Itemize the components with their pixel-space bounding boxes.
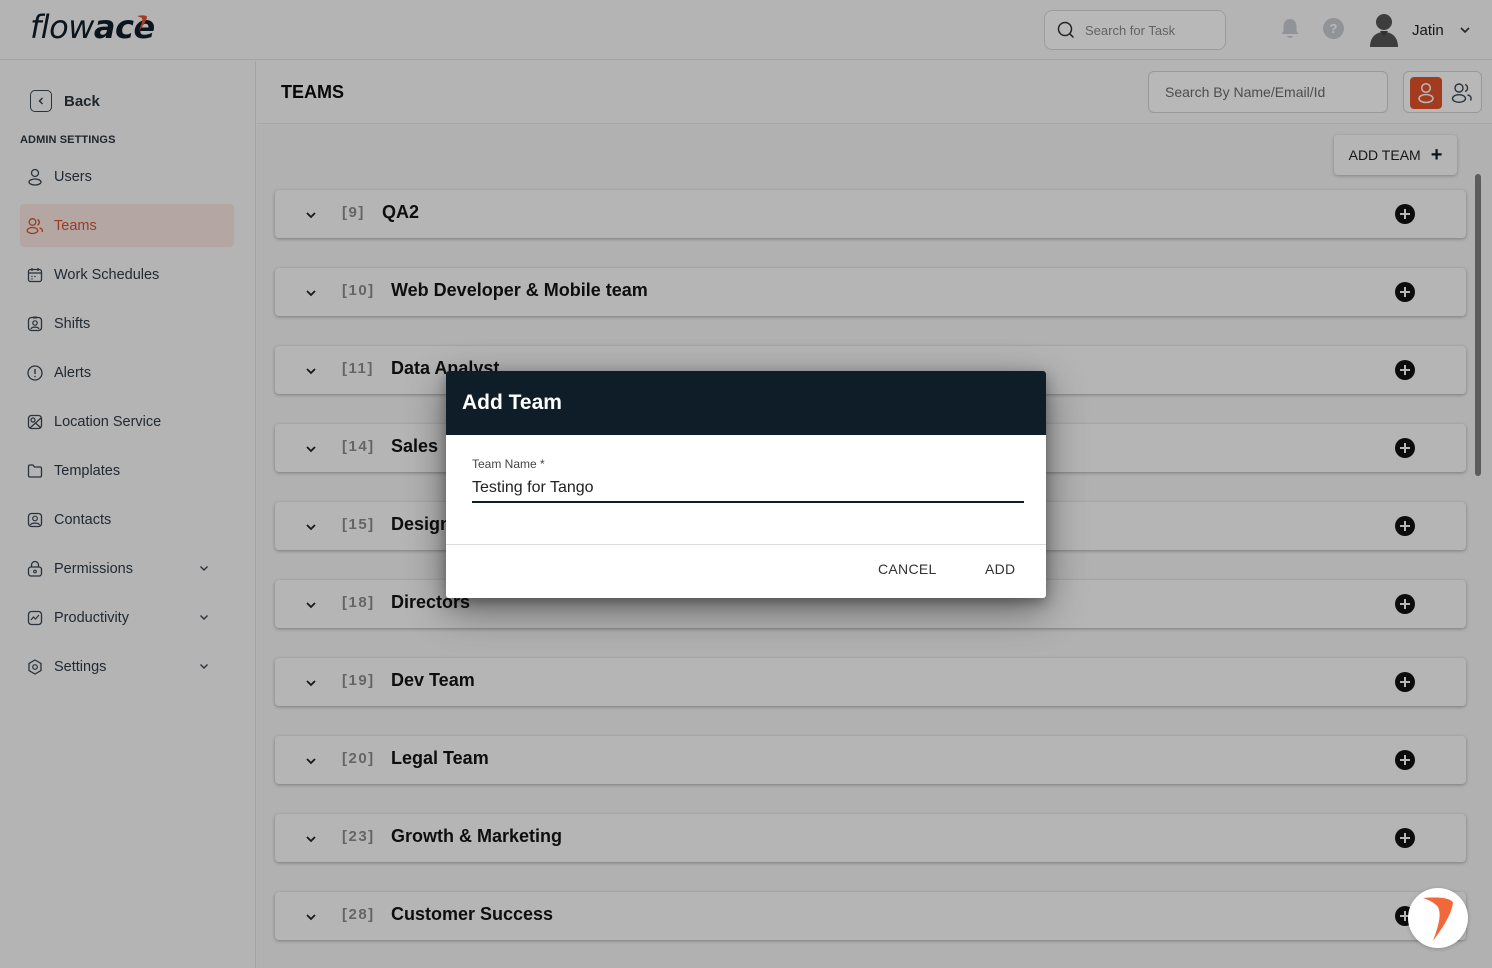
flowace-logo-icon [1423,897,1453,941]
flowace-assistant-button[interactable] [1408,888,1468,948]
add-button[interactable]: ADD [985,561,1015,577]
dialog-divider [446,544,1046,545]
dialog-title: Add Team [446,371,1046,435]
add-team-dialog: Add Team Team Name * CANCEL ADD [446,371,1046,598]
team-name-input[interactable] [472,475,1024,503]
cancel-button[interactable]: CANCEL [878,561,937,577]
team-name-label: Team Name * [472,457,545,471]
